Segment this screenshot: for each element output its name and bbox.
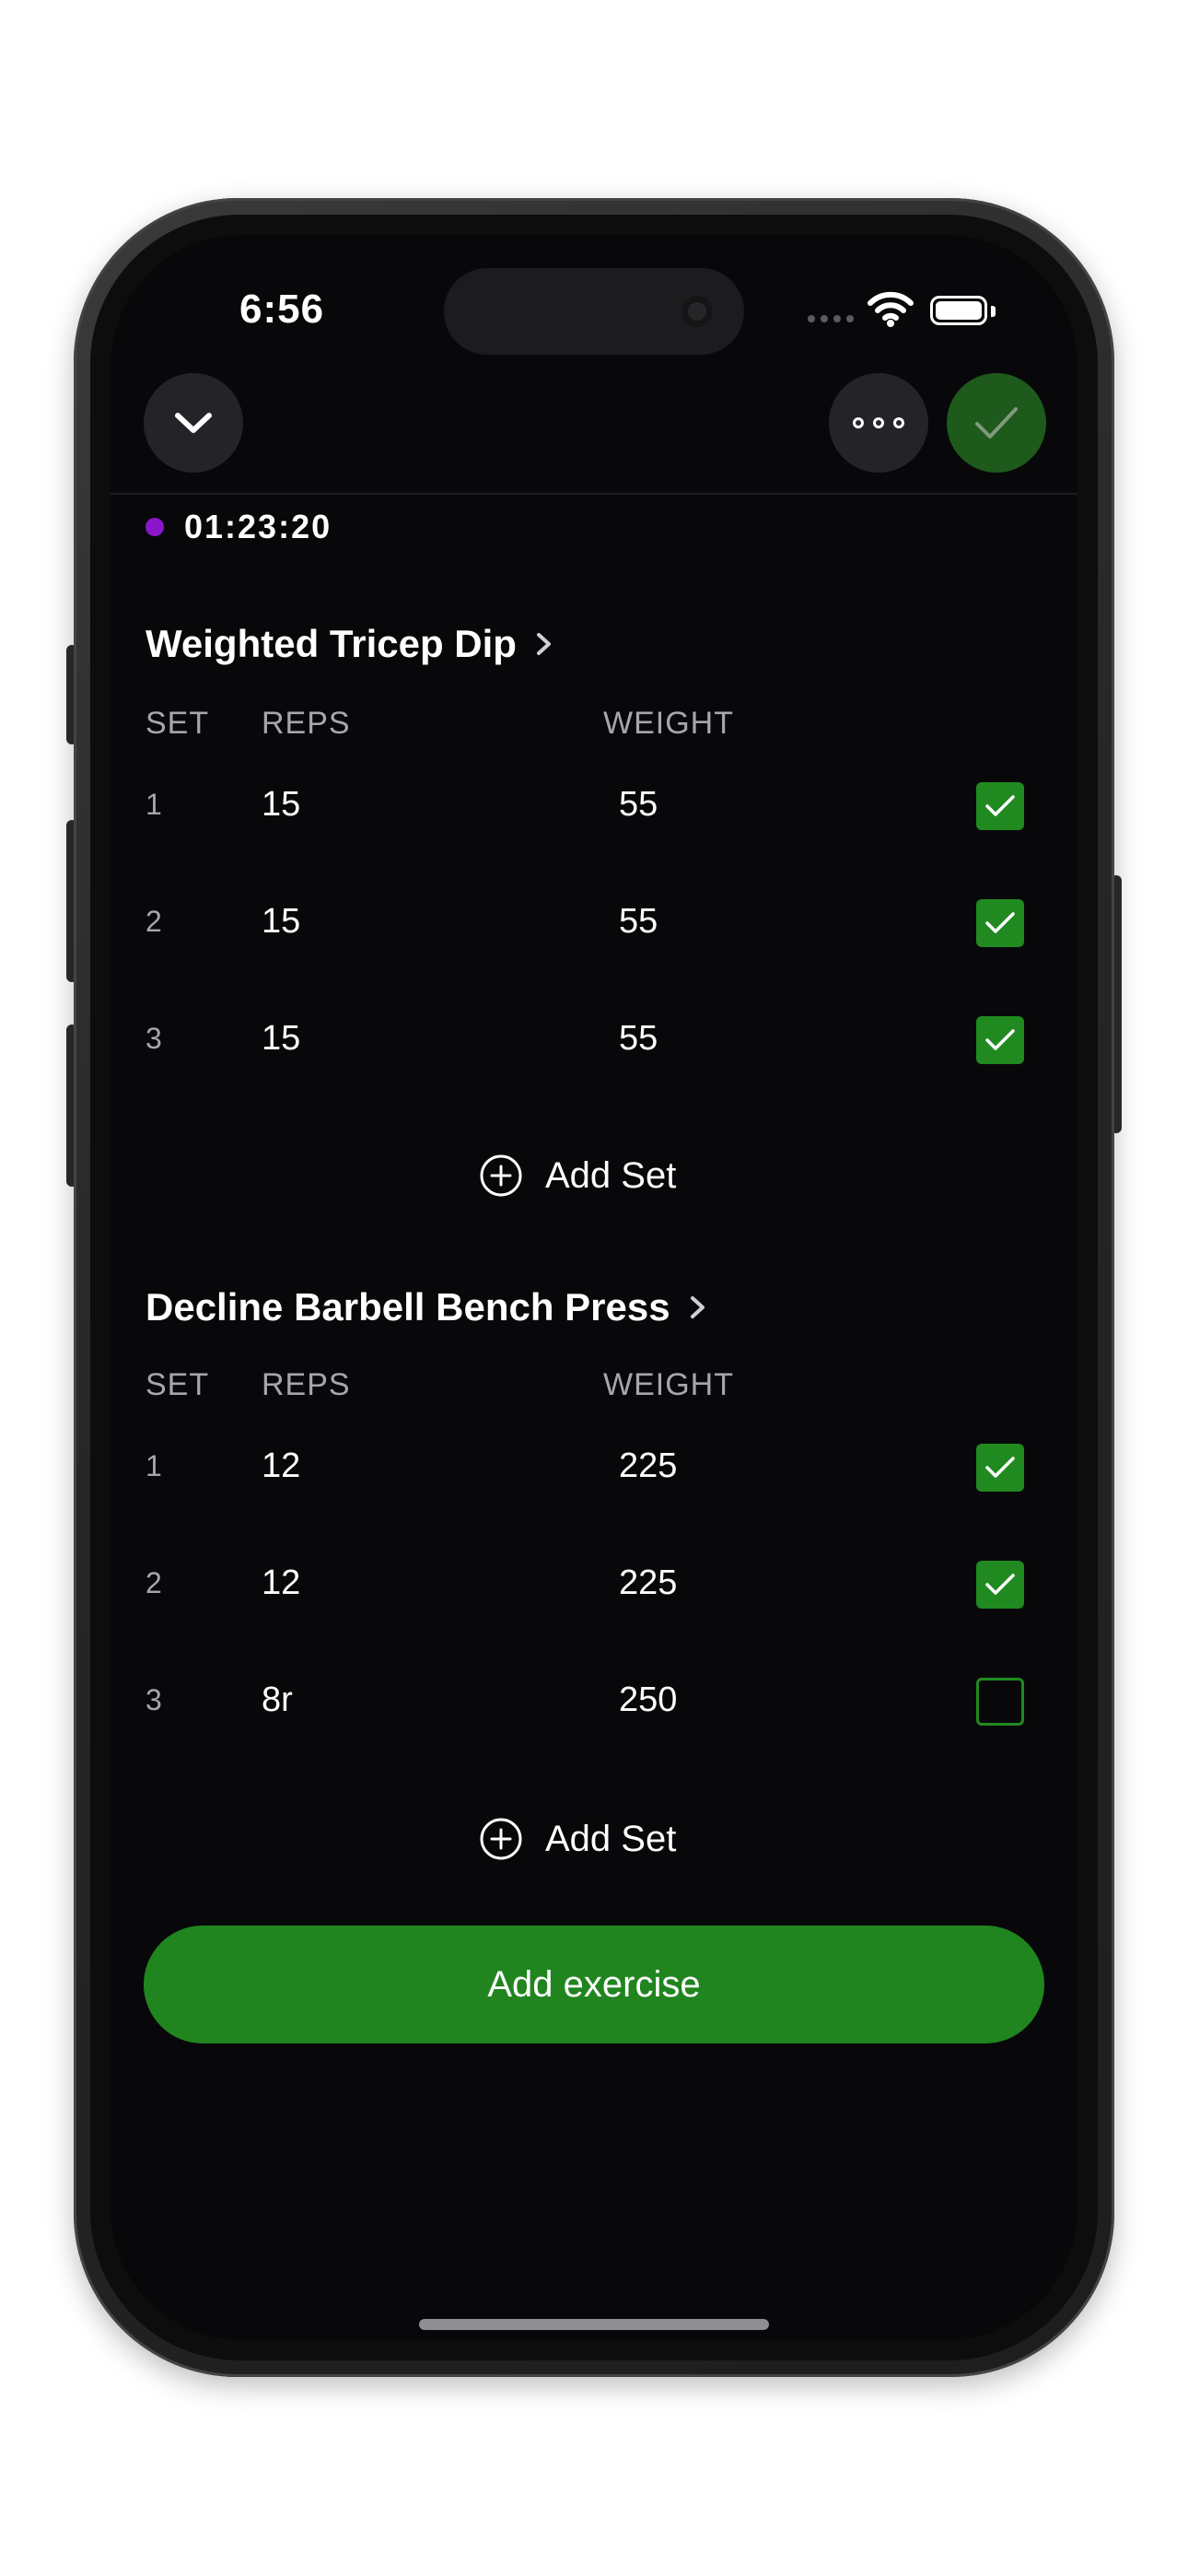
plus-circle-icon bbox=[480, 1154, 522, 1197]
set-complete-checkbox[interactable] bbox=[976, 1444, 1024, 1492]
set-complete-checkbox[interactable] bbox=[976, 1678, 1024, 1726]
timer-indicator-dot bbox=[146, 518, 164, 536]
weight-input[interactable]: 250 bbox=[619, 1680, 677, 1720]
set-complete-checkbox[interactable] bbox=[976, 899, 1024, 947]
column-header-reps: REPS bbox=[262, 706, 351, 741]
set-number: 3 bbox=[146, 1022, 162, 1055]
reps-input[interactable]: 15 bbox=[262, 1019, 300, 1059]
set-number: 1 bbox=[146, 1449, 162, 1482]
reps-input[interactable]: 12 bbox=[262, 1563, 300, 1603]
app-screen: 6:56 01:23:20 Weighted Tricep Dip SET RE… bbox=[111, 235, 1077, 2340]
checkmark-icon bbox=[985, 912, 1015, 933]
column-header-weight: WEIGHT bbox=[603, 706, 734, 741]
dynamic-island bbox=[444, 268, 744, 355]
checkmark-icon bbox=[985, 1029, 1015, 1050]
column-header-set: SET bbox=[146, 706, 210, 741]
exercise-title: Weighted Tricep Dip bbox=[146, 622, 517, 665]
set-complete-checkbox[interactable] bbox=[976, 1016, 1024, 1064]
column-header-set: SET bbox=[146, 1367, 210, 1402]
workout-timer: 01:23:20 bbox=[184, 508, 332, 545]
wifi-icon bbox=[868, 291, 914, 327]
chevron-right-icon bbox=[536, 633, 551, 655]
exercise-title: Decline Barbell Bench Press bbox=[146, 1285, 670, 1329]
set-number: 2 bbox=[146, 905, 162, 938]
add-set-button[interactable]: Add Set bbox=[479, 1817, 676, 1861]
add-set-label: Add Set bbox=[545, 1154, 677, 1196]
more-options-button[interactable] bbox=[829, 373, 928, 473]
plus-circle-icon bbox=[480, 1818, 522, 1860]
home-indicator[interactable] bbox=[419, 2319, 769, 2330]
reps-input[interactable]: 8r bbox=[262, 1680, 293, 1720]
exercise-title-link[interactable]: Weighted Tricep Dip bbox=[146, 622, 555, 666]
set-number: 2 bbox=[146, 1566, 162, 1599]
chevron-down-icon bbox=[175, 413, 212, 433]
cellular-signal-icon bbox=[808, 315, 854, 322]
checkmark-icon bbox=[985, 1574, 1015, 1595]
add-set-label: Add Set bbox=[545, 1818, 677, 1859]
weight-input[interactable]: 225 bbox=[619, 1563, 677, 1603]
ellipsis-icon bbox=[853, 417, 904, 428]
add-set-button[interactable]: Add Set bbox=[479, 1153, 676, 1198]
checkmark-icon bbox=[985, 1457, 1015, 1478]
collapse-button[interactable] bbox=[144, 373, 243, 473]
reps-input[interactable]: 12 bbox=[262, 1446, 300, 1486]
weight-input[interactable]: 55 bbox=[619, 902, 658, 942]
set-complete-checkbox[interactable] bbox=[976, 782, 1024, 830]
set-number: 3 bbox=[146, 1683, 162, 1716]
reps-input[interactable]: 15 bbox=[262, 785, 300, 825]
checkmark-icon bbox=[975, 407, 1018, 439]
column-header-weight: WEIGHT bbox=[603, 1367, 734, 1402]
status-time: 6:56 bbox=[239, 287, 325, 332]
checkmark-icon bbox=[985, 795, 1015, 816]
reps-input[interactable]: 15 bbox=[262, 902, 300, 942]
chevron-right-icon bbox=[690, 1296, 705, 1318]
column-header-reps: REPS bbox=[262, 1367, 351, 1402]
battery-cap bbox=[991, 306, 996, 317]
header-divider bbox=[111, 493, 1077, 495]
device-mockup: 6:56 01:23:20 Weighted Tricep Dip SET RE… bbox=[0, 0, 1188, 2576]
weight-input[interactable]: 55 bbox=[619, 1019, 658, 1059]
battery-icon bbox=[930, 296, 987, 325]
front-camera bbox=[681, 296, 713, 327]
weight-input[interactable]: 225 bbox=[619, 1446, 677, 1486]
set-complete-checkbox[interactable] bbox=[976, 1561, 1024, 1609]
exercise-title-link[interactable]: Decline Barbell Bench Press bbox=[146, 1285, 709, 1329]
set-number: 1 bbox=[146, 788, 162, 821]
finish-workout-button[interactable] bbox=[947, 373, 1046, 473]
add-exercise-button[interactable]: Add exercise bbox=[144, 1926, 1044, 2043]
weight-input[interactable]: 55 bbox=[619, 785, 658, 825]
